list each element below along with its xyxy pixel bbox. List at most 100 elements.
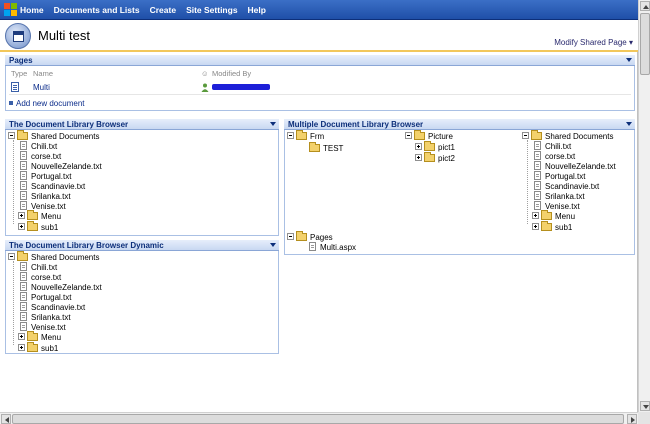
tree-node-folder-sub1[interactable]: sub1	[18, 341, 58, 354]
expand-icon[interactable]	[18, 333, 25, 341]
tree-node-folder-pict2[interactable]: pict2	[415, 151, 455, 164]
tree-node-file[interactable]: Portugal.txt	[20, 171, 71, 182]
expand-icon[interactable]	[532, 212, 539, 220]
tree-node-file[interactable]: Srilanka.txt	[20, 312, 71, 323]
tree-node-file[interactable]: Srilanka.txt	[20, 191, 71, 202]
folder-open-icon	[296, 129, 307, 140]
collapse-icon[interactable]	[8, 132, 15, 140]
page-link[interactable]: Multi	[33, 83, 50, 92]
collapse-icon[interactable]	[287, 132, 294, 140]
tree-node-folder-pict1[interactable]: pict1	[415, 140, 455, 153]
text-file-icon	[20, 322, 27, 332]
page-title: Multi test	[38, 28, 91, 43]
expand-icon[interactable]	[18, 223, 25, 231]
document-library-browser-dynamic-web-part: The Document Library Browser Dynamic Sha…	[5, 240, 279, 354]
folder-open-icon	[531, 129, 542, 140]
nav-documents-and-lists[interactable]: Documents and Lists	[54, 5, 140, 15]
text-file-icon	[534, 151, 541, 161]
text-file-icon	[534, 161, 541, 171]
scroll-down-button[interactable]	[640, 401, 650, 411]
tree-node-file-multi-aspx[interactable]: Multi.aspx	[309, 242, 356, 253]
text-file-icon	[20, 201, 27, 211]
expand-icon[interactable]	[415, 143, 422, 151]
web-part-title: The Document Library Browser	[9, 120, 129, 129]
text-file-icon	[20, 191, 27, 201]
folder-icon	[27, 209, 38, 220]
text-file-icon	[534, 181, 541, 191]
expand-icon[interactable]	[415, 154, 422, 162]
tree-node-file[interactable]: NouvelleZelande.txt	[534, 161, 616, 172]
expand-icon[interactable]	[532, 223, 539, 231]
redacted-user-name[interactable]	[212, 84, 270, 90]
aspx-file-icon	[309, 242, 316, 252]
collapse-icon[interactable]	[522, 132, 529, 140]
folder-open-icon	[17, 129, 28, 140]
web-part-menu-icon[interactable]	[270, 243, 276, 247]
presence-icon[interactable]	[201, 83, 209, 92]
web-part-body: Shared Documents Chili.txt corse.txt Nou…	[5, 129, 279, 236]
web-part-title-bar: The Document Library Browser Dynamic	[5, 240, 279, 251]
nav-help[interactable]: Help	[248, 5, 266, 15]
tree-node-file[interactable]: Scandinavie.txt	[534, 181, 599, 192]
tree-node-folder-menu[interactable]: Menu	[532, 209, 575, 222]
tree-node-folder-menu[interactable]: Menu	[18, 330, 61, 343]
tree-node-folder-sub1[interactable]: sub1	[18, 220, 58, 233]
text-file-icon	[534, 171, 541, 181]
folder-open-icon	[296, 230, 307, 241]
web-part-menu-icon[interactable]	[270, 122, 276, 126]
horizontal-scroll-thumb[interactable]	[12, 414, 624, 424]
web-part-menu-icon[interactable]	[626, 122, 632, 126]
scroll-right-button[interactable]	[627, 414, 637, 424]
column-modified-by[interactable]: Modified By	[212, 69, 251, 78]
nav-create[interactable]: Create	[150, 5, 176, 15]
scroll-left-button[interactable]	[1, 414, 11, 424]
collapse-icon[interactable]	[8, 253, 15, 261]
tree-node-file[interactable]: Scandinavie.txt	[20, 181, 85, 192]
text-file-icon	[20, 282, 27, 292]
vertical-scrollbar[interactable]	[638, 0, 650, 412]
tree-node-file[interactable]: Srilanka.txt	[534, 191, 585, 202]
collapse-icon[interactable]	[405, 132, 412, 140]
text-file-icon	[20, 272, 27, 282]
multiple-document-library-browser-web-part: Multiple Document Library Browser Frm TE…	[284, 119, 635, 255]
list-item: Multi	[9, 81, 631, 95]
web-part-title: The Document Library Browser Dynamic	[9, 241, 164, 250]
web-part-menu-icon[interactable]	[626, 58, 632, 62]
tree-node-file[interactable]: Portugal.txt	[534, 171, 585, 182]
scroll-thumb[interactable]	[640, 13, 650, 75]
tree-node-file[interactable]: Portugal.txt	[20, 292, 71, 303]
web-part-body: Frm TEST Picture pict1 pict2 Shared Docu…	[284, 129, 635, 255]
expand-icon[interactable]	[18, 344, 25, 352]
horizontal-scrollbar[interactable]	[0, 412, 638, 424]
tree-node-frm[interactable]: Frm	[287, 129, 324, 142]
sharepoint-logo-icon[interactable]	[4, 3, 17, 16]
text-file-icon	[20, 262, 27, 272]
web-part-title-bar: Pages	[5, 55, 635, 66]
modify-shared-page-button[interactable]: Modify Shared Page ▾	[554, 38, 633, 47]
add-new-document-link[interactable]: Add new document	[9, 99, 85, 108]
tree-node-folder-menu[interactable]: Menu	[18, 209, 61, 222]
tree-connector	[527, 140, 528, 224]
page-frame: Home Documents and Lists Create Site Set…	[0, 0, 638, 412]
top-nav: Home Documents and Lists Create Site Set…	[0, 0, 638, 20]
text-file-icon	[534, 191, 541, 201]
tree-node-file[interactable]: NouvelleZelande.txt	[20, 161, 102, 172]
expand-icon[interactable]	[18, 212, 25, 220]
column-type[interactable]: Type	[11, 69, 27, 78]
text-file-icon	[20, 312, 27, 322]
tree-node-folder-test[interactable]: TEST	[309, 141, 343, 154]
column-name[interactable]: Name	[33, 69, 53, 78]
collapse-icon[interactable]	[287, 233, 294, 241]
folder-icon	[27, 341, 38, 352]
nav-site-settings[interactable]: Site Settings	[186, 5, 237, 15]
tree-node-file[interactable]: Scandinavie.txt	[20, 302, 85, 313]
tree-node-file[interactable]: NouvelleZelande.txt	[20, 282, 102, 293]
page-icon	[5, 23, 31, 49]
scroll-up-button[interactable]	[640, 1, 650, 11]
text-file-icon	[20, 141, 27, 151]
text-file-icon	[20, 302, 27, 312]
pages-web-part: Pages Type Name ☺ Modified By Multi Add …	[5, 55, 635, 111]
nav-home[interactable]: Home	[20, 5, 44, 15]
tree-node-folder-sub1[interactable]: sub1	[532, 220, 572, 233]
web-part-title: Pages	[9, 56, 33, 65]
